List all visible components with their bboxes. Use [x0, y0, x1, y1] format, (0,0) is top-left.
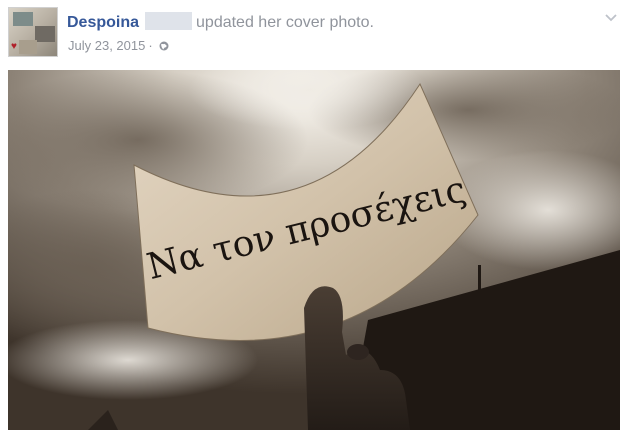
- avatar-collage-tile: [35, 26, 55, 42]
- profile-avatar[interactable]: ♥: [8, 7, 58, 57]
- post-date-link[interactable]: July 23, 2015: [68, 38, 145, 53]
- post-header: Despoina updated her cover photo.: [67, 12, 374, 33]
- avatar-collage-tile: [19, 40, 37, 54]
- globe-icon[interactable]: [159, 39, 169, 51]
- avatar-collage-tile: [13, 12, 33, 26]
- meta-separator: ·: [148, 38, 153, 53]
- cover-photo[interactable]: Να τον προσέχεις: [8, 70, 620, 430]
- feed-post: ♥ Despoina updated her cover photo. July …: [0, 0, 628, 441]
- author-name-link[interactable]: Despoina: [67, 14, 139, 31]
- post-action-text: updated her cover photo.: [196, 14, 374, 31]
- heart-icon: ♥: [11, 41, 17, 52]
- chevron-down-icon[interactable]: [604, 10, 618, 24]
- post-meta: July 23, 2015 ·: [68, 38, 169, 53]
- redacted-surname: [145, 12, 193, 30]
